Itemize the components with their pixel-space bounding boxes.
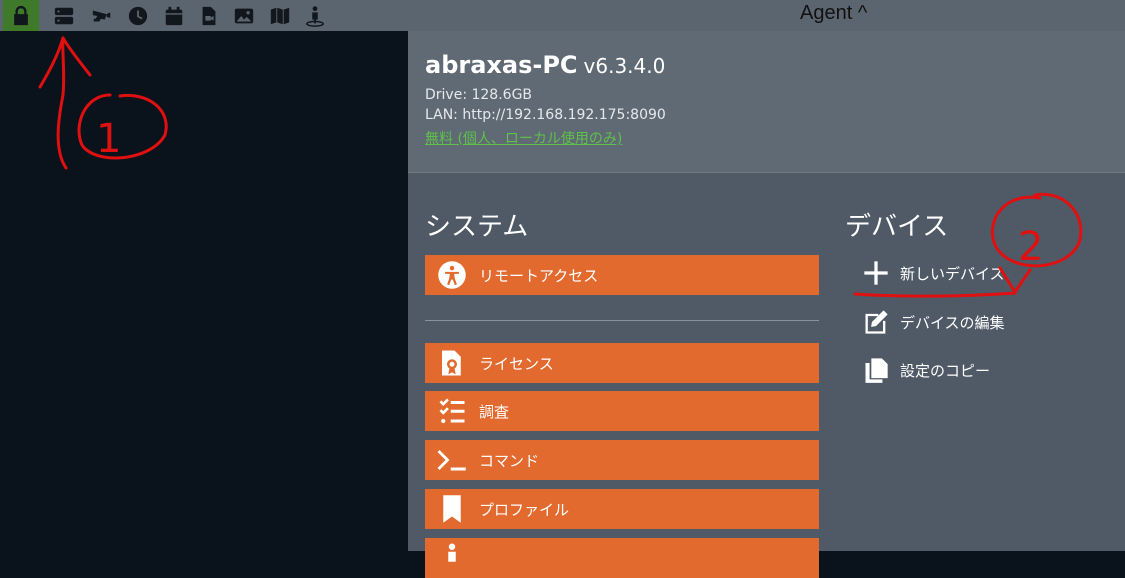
checklist-icon: [425, 391, 479, 431]
agent-icon: [425, 538, 479, 578]
partial-menu-button[interactable]: [425, 538, 819, 578]
command-label: コマンド: [479, 451, 540, 470]
license-button[interactable]: ライセンス: [425, 343, 819, 383]
new-device-link[interactable]: 新しいデバイス: [856, 255, 1005, 291]
system-section-title: システム: [425, 212, 529, 242]
camera-icon[interactable]: [84, 0, 120, 31]
calendar-icon[interactable]: [156, 0, 192, 31]
image-icon[interactable]: [226, 0, 262, 31]
license-label: ライセンス: [479, 354, 554, 373]
edit-device-label: デバイスの編集: [900, 313, 1005, 332]
copy-settings-label: 設定のコピー: [900, 361, 991, 380]
terminal-icon: [425, 440, 479, 480]
top-toolbar: Agent ^: [0, 0, 1125, 31]
divider: [425, 320, 819, 321]
license-link[interactable]: 無料 (個人、ローカル使用のみ): [425, 128, 622, 148]
certificate-icon: [425, 343, 479, 383]
profile-button[interactable]: プロファイル: [425, 489, 819, 529]
copy-icon: [856, 352, 896, 388]
agent-menu[interactable]: Agent ^: [800, 0, 867, 31]
bookmark-icon: [425, 489, 479, 529]
plus-icon: [856, 255, 896, 291]
new-device-label: 新しいデバイス: [900, 264, 1005, 283]
server-icon[interactable]: [46, 0, 82, 31]
file-video-icon[interactable]: [191, 0, 227, 31]
accessibility-icon: [425, 255, 479, 295]
remote-access-button[interactable]: リモートアクセス: [425, 255, 819, 295]
investigation-label: 調査: [479, 402, 510, 421]
left-panel: [0, 31, 408, 551]
page-title: abraxas-PC v6.3.4.0: [425, 51, 665, 79]
drive-info: Drive: 128.6GB: [425, 87, 533, 103]
edit-icon: [856, 304, 896, 340]
investigation-button[interactable]: 調査: [425, 391, 819, 431]
version-label: v6.3.4.0: [583, 54, 666, 78]
lan-info: LAN: http://192.168.192.175:8090: [425, 107, 666, 123]
profile-label: プロファイル: [479, 500, 570, 519]
clock-icon[interactable]: [120, 0, 156, 31]
copy-settings-link[interactable]: 設定のコピー: [856, 352, 990, 388]
devices-section-title: デバイス: [845, 212, 949, 242]
edit-device-link[interactable]: デバイスの編集: [856, 304, 1005, 340]
lock-icon[interactable]: [3, 0, 39, 31]
command-button[interactable]: コマンド: [425, 440, 819, 480]
server-info-header: abraxas-PC v6.3.4.0 Drive: 128.6GB LAN: h…: [408, 31, 1125, 173]
agent-icon[interactable]: [297, 0, 333, 31]
right-panel: abraxas-PC v6.3.4.0 Drive: 128.6GB LAN: h…: [408, 31, 1125, 578]
remote-access-label: リモートアクセス: [479, 266, 599, 285]
map-icon[interactable]: [262, 0, 298, 31]
pc-name: abraxas-PC: [425, 51, 578, 79]
